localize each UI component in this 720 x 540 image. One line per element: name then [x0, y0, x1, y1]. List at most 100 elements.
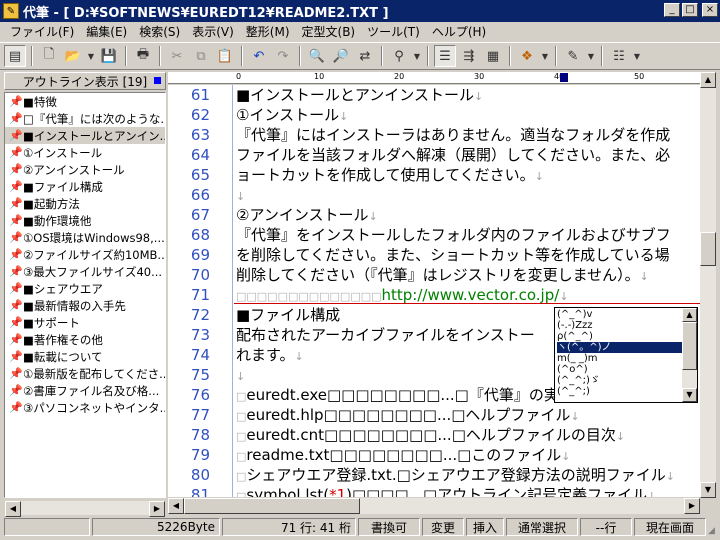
popup-item[interactable]: m(_ _)m — [557, 353, 597, 364]
scroll-thumb[interactable] — [700, 232, 716, 266]
line-text: ■ファイル構成 — [236, 306, 341, 324]
outline-item[interactable]: 📌 ■サポート — [5, 314, 165, 331]
menu-help[interactable]: ヘルプ(H) — [426, 23, 492, 40]
menu-view[interactable]: 表示(V) — [186, 23, 240, 40]
edit-dropdown-icon[interactable]: ▼ — [586, 45, 596, 67]
scroll-thumb[interactable] — [682, 322, 697, 370]
outline-item-selected[interactable]: 📌 ■インストールとアンイン... — [5, 127, 165, 144]
scroll-right-button[interactable]: ▶ — [684, 498, 700, 514]
return-mark: ↓ — [665, 470, 675, 483]
outline-item[interactable]: 📌 ③パソコンネットやインタ... — [5, 399, 165, 416]
editor-vertical-scrollbar[interactable]: ▲ ▼ — [700, 72, 716, 498]
outline-item[interactable]: 📌 ■転載について — [5, 348, 165, 365]
outline-item[interactable]: 📌 ■起動方法 — [5, 195, 165, 212]
scroll-left-button[interactable]: ◀ — [168, 498, 184, 514]
list-dropdown-icon[interactable]: ▼ — [632, 45, 642, 67]
outline-list[interactable]: 📌 ■特徴 📌 □『代筆』には次のような... 📌 ■インストールとアンイン... 📌… — [4, 92, 166, 498]
toolbar-separator — [509, 46, 511, 66]
text-line: 78 □euredt.cnt□□□□□□□□...□ヘルプファイルの目次↓ — [168, 425, 700, 445]
outline-item[interactable]: 📌 ■ファイル構成 — [5, 178, 165, 195]
outline-item[interactable]: 📌 ②書庫ファイル名及び格... — [5, 382, 165, 399]
outline-header[interactable]: アウトライン表示 [19] — [4, 72, 166, 90]
outline-item[interactable]: 📌 ①最新版を配布してくださ... — [5, 365, 165, 382]
toolbar-separator — [241, 46, 243, 66]
indent-icon[interactable]: ⇶ — [458, 45, 480, 67]
text-area[interactable]: 61 ■インストールとアンインストール↓ 62 ①インストール↓ 63 『代筆』… — [168, 85, 700, 497]
outline-item[interactable]: 📌 □『代筆』には次のような... — [5, 110, 165, 127]
menu-edit[interactable]: 編集(E) — [80, 23, 133, 40]
url-link[interactable]: http://www.vector.co.jp/ — [382, 286, 560, 304]
outline-item[interactable]: 📌 ■特徴 — [5, 93, 165, 110]
status-select-mode[interactable]: 通常選択 — [506, 518, 578, 536]
line-text: ②アンインストール — [236, 206, 369, 224]
outline-item[interactable]: 📌 ■著作権その他 — [5, 331, 165, 348]
menu-search[interactable]: 検索(S) — [133, 23, 186, 40]
popup-item[interactable]: (^_^)v — [557, 309, 592, 320]
resize-grip-icon[interactable]: ◢ — [708, 526, 720, 538]
toolbar-separator — [299, 46, 301, 66]
emoticon-popup[interactable]: (^_^)v (-.-)Zzz ρ(^_^) ヽ(^。^)ノ m(_ _)m (… — [554, 307, 698, 403]
menu-tools[interactable]: ツール(T) — [361, 23, 426, 40]
scroll-down-button[interactable]: ▼ — [682, 388, 697, 402]
menu-template[interactable]: 定型文(B) — [296, 23, 362, 40]
outline-item[interactable]: 📌 ①OS環境はWindows98,... — [5, 229, 165, 246]
new-file-icon[interactable]: 🗋 — [38, 45, 60, 67]
editor-horizontal-scrollbar[interactable]: ◀ ▶ — [168, 498, 700, 514]
popup-item[interactable]: (-.-)Zzz — [557, 320, 593, 331]
maximize-button[interactable]: □ — [682, 3, 698, 17]
replace-icon[interactable]: ⇄ — [354, 45, 376, 67]
open-folder-icon[interactable]: 📂 — [62, 45, 84, 67]
status-insert-mode[interactable]: 挿入 — [466, 518, 504, 536]
popup-item[interactable]: (^_^;) — [557, 386, 590, 397]
scroll-up-button[interactable]: ▲ — [682, 308, 697, 322]
scroll-up-button[interactable]: ▲ — [700, 72, 716, 88]
print-icon[interactable]: 🖶 — [132, 45, 154, 67]
outline-item[interactable]: 📌 ■最新情報の入手先 — [5, 297, 165, 314]
scroll-down-button[interactable]: ▼ — [700, 482, 716, 498]
outline-horizontal-scrollbar[interactable]: ◀ ▶ — [4, 500, 166, 517]
copy-icon[interactable]: ⧉ — [190, 45, 212, 67]
jump-icon[interactable]: ⚲ — [388, 45, 410, 67]
template-icon[interactable]: ❖ — [516, 45, 538, 67]
close-button[interactable]: × — [702, 3, 718, 17]
outline-item[interactable]: 📌 ■シェアウエア — [5, 280, 165, 297]
redo-icon[interactable]: ↷ — [272, 45, 294, 67]
search-next-icon[interactable]: 🔎 — [330, 45, 352, 67]
template-dropdown-icon[interactable]: ▼ — [540, 45, 550, 67]
popup-scrollbar[interactable]: ▲ ▼ — [682, 308, 697, 402]
open-dropdown-icon[interactable]: ▼ — [86, 45, 96, 67]
outline-toggle-icon[interactable]: ▤ — [4, 45, 26, 67]
edit-note-icon[interactable]: ✎ — [562, 45, 584, 67]
popup-item-selected[interactable]: ヽ(^。^)ノ — [557, 342, 682, 353]
return-mark: ↓ — [639, 270, 649, 283]
outline-item[interactable]: 📌 ③最大ファイルサイズ40... — [5, 263, 165, 280]
status-write-mode[interactable]: 書換可 — [358, 518, 420, 536]
align-left-icon[interactable]: ☰ — [434, 45, 456, 67]
app-icon[interactable]: ✎ — [3, 3, 19, 19]
cut-icon[interactable]: ✂ — [166, 45, 188, 67]
menu-file[interactable]: ファイル(F) — [4, 23, 80, 40]
popup-item[interactable]: ρ(^_^) — [557, 331, 593, 342]
outline-item[interactable]: 📌 ①インストール — [5, 144, 165, 161]
save-icon[interactable]: 💾 — [98, 45, 120, 67]
scroll-right-button[interactable]: ▶ — [149, 501, 165, 517]
outline-item[interactable]: 📌 ②アンインストール — [5, 161, 165, 178]
scroll-left-button[interactable]: ◀ — [5, 501, 21, 517]
menu-format[interactable]: 整形(M) — [240, 23, 296, 40]
jump-dropdown-icon[interactable]: ▼ — [412, 45, 422, 67]
line-number: 76 — [190, 386, 210, 404]
search-icon[interactable]: 🔍 — [306, 45, 328, 67]
wrap-icon[interactable]: ▦ — [482, 45, 504, 67]
return-mark: ↓ — [559, 290, 569, 303]
undo-icon[interactable]: ↶ — [248, 45, 270, 67]
line-text: 配布されたアーカイブファイルをインストー — [236, 326, 535, 344]
list-icon[interactable]: ☷ — [608, 45, 630, 67]
return-mark: ↓ — [339, 110, 349, 123]
outline-item[interactable]: 📌 ②ファイルサイズ約10MB... — [5, 246, 165, 263]
popup-item[interactable]: (^_^;)ゞ — [557, 375, 600, 386]
scroll-thumb[interactable] — [184, 498, 360, 514]
outline-item[interactable]: 📌 ■動作環境他 — [5, 212, 165, 229]
paste-icon[interactable]: 📋 — [214, 45, 236, 67]
popup-item[interactable]: (^o^) — [557, 364, 588, 375]
minimize-button[interactable]: _ — [664, 3, 680, 17]
